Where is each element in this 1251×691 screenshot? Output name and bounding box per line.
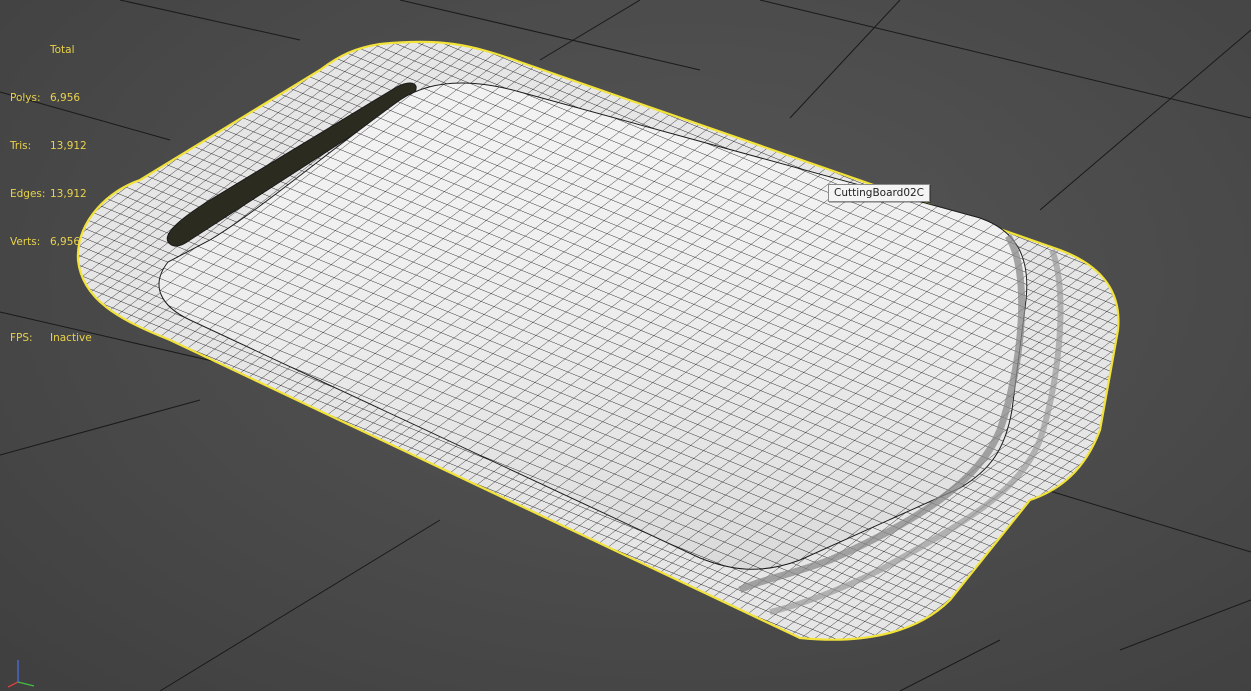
stats-row-verts: Verts: 6,956 [10, 234, 92, 250]
stats-value: 13,912 [50, 140, 87, 152]
stats-row-fps: FPS: Inactive [10, 330, 92, 346]
scene-canvas[interactable] [0, 0, 1251, 691]
gizmo-x-axis [7, 681, 19, 688]
viewport-statistics: Total Polys: 6,956 Tris: 13,912 Edges: 13,9… [10, 10, 92, 378]
stats-value: 6,956 [50, 92, 81, 104]
cutting-board-mesh [76, 40, 1120, 641]
fps-label: FPS: [10, 332, 33, 344]
stats-value: 6,956 [50, 236, 81, 248]
stats-label: Polys: [10, 92, 41, 104]
stats-row-tris: Tris: 13,912 [10, 138, 92, 154]
stats-header: Total [50, 44, 75, 56]
gizmo-y-axis [17, 681, 35, 687]
fps-value: Inactive [50, 332, 92, 344]
stats-row-polys: Polys: 6,956 [10, 90, 92, 106]
perspective-viewport[interactable]: Total Polys: 6,956 Tris: 13,912 Edges: 13,9… [0, 0, 1251, 691]
stats-value: 13,912 [50, 188, 87, 200]
stats-label: Tris: [10, 140, 32, 152]
stats-label: Verts: [10, 236, 41, 248]
axis-gizmo-icon [7, 660, 35, 688]
object-name-tooltip: CuttingBoard02C [828, 184, 931, 202]
stats-row-edges: Edges: 13,912 [10, 186, 92, 202]
stats-label: Edges: [10, 188, 46, 200]
